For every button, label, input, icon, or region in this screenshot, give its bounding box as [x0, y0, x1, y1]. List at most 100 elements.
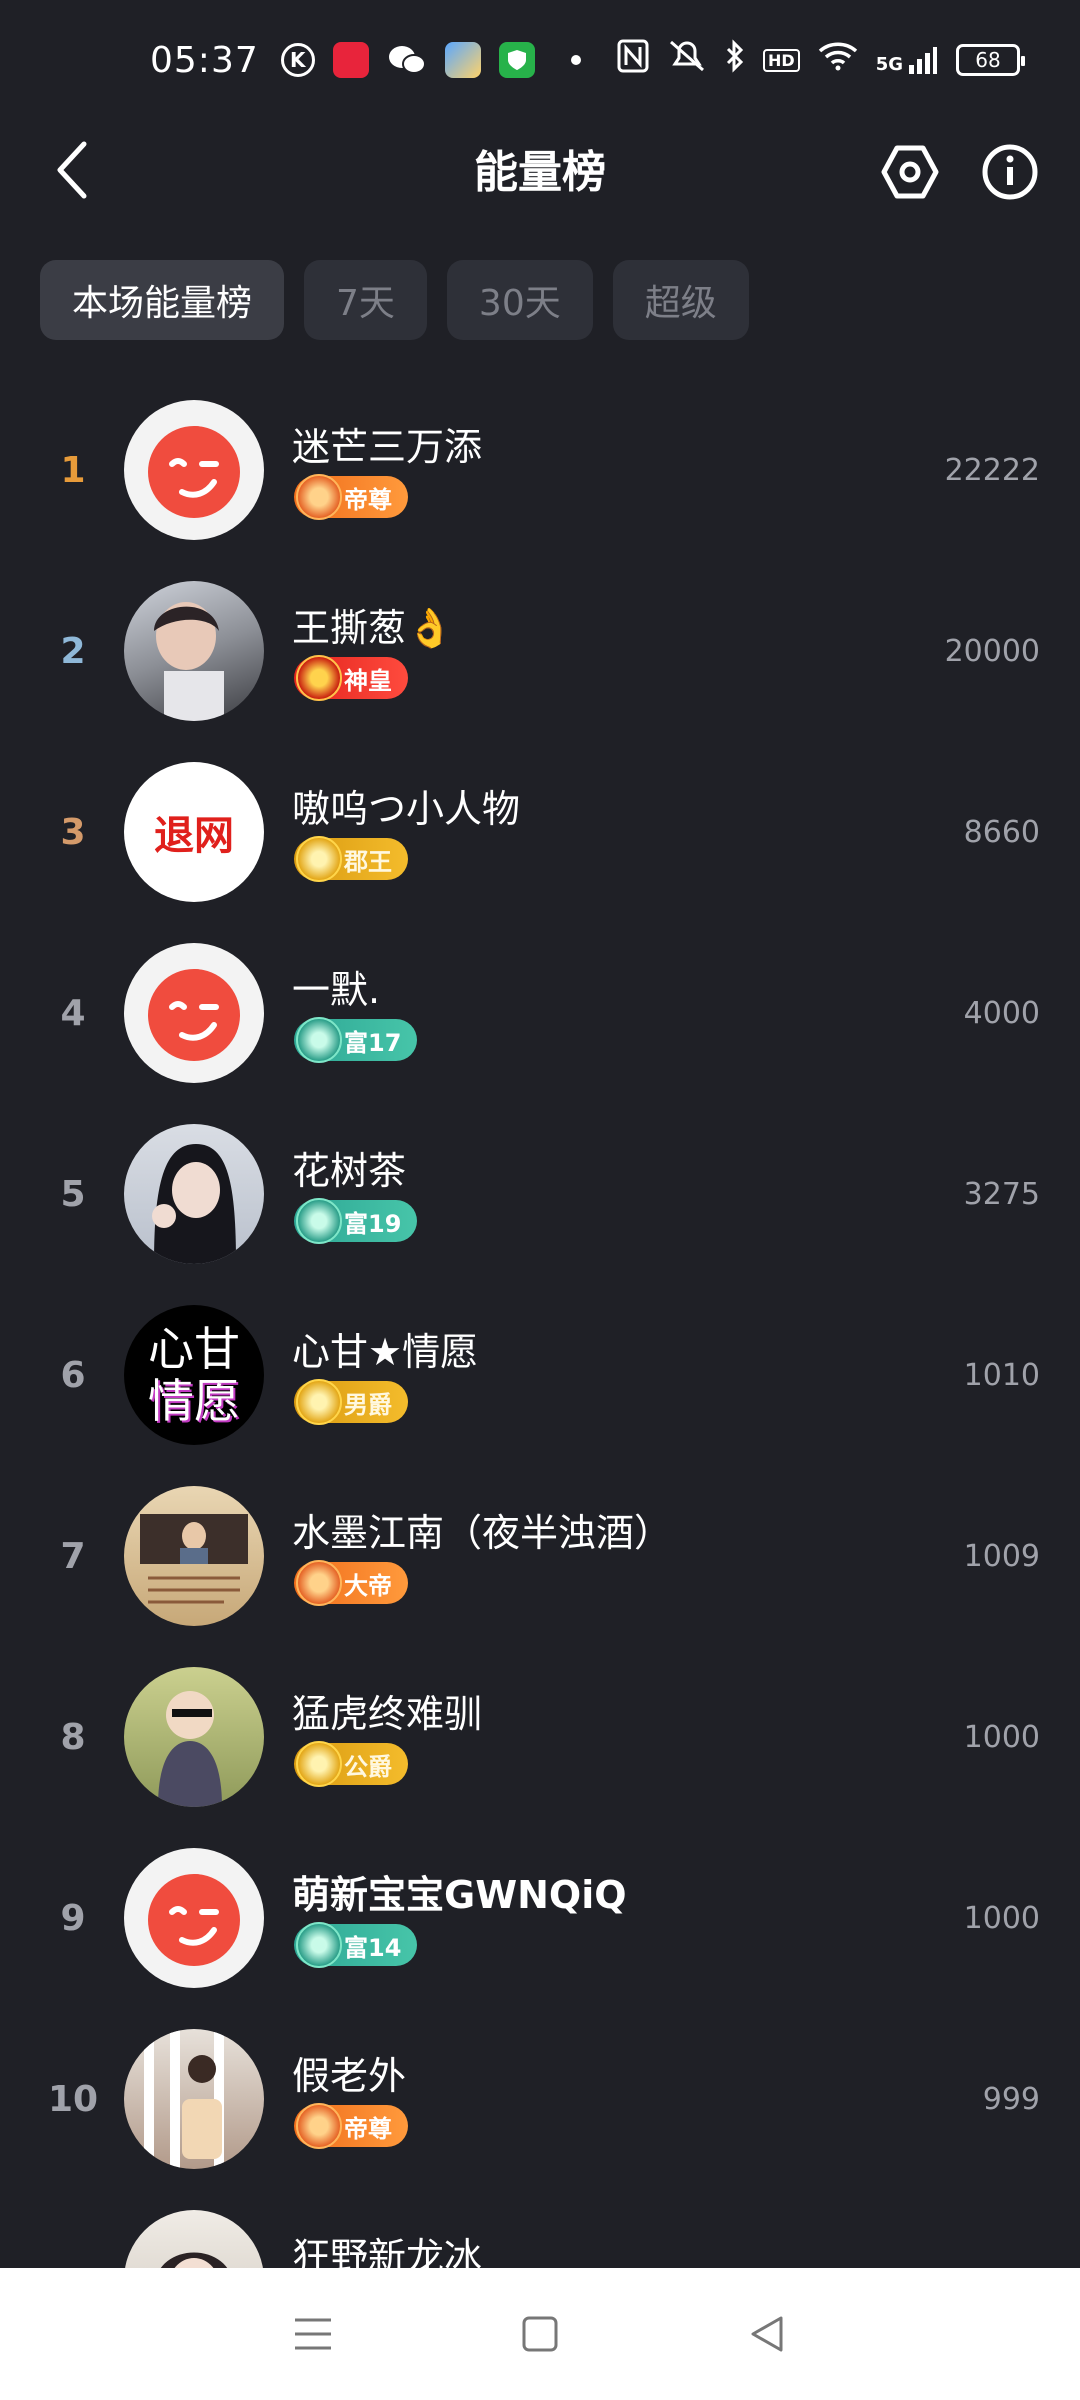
rank-number: 10 [47, 2079, 99, 2120]
user-photo-icon [152, 1144, 236, 1264]
energy-score: 22222 [944, 453, 1040, 488]
user-photo-icon [158, 1691, 222, 1807]
shield-app-icon [498, 42, 535, 78]
ranking-row[interactable]: 6 心甘 情愿 心甘★情愿 男爵 1010 [0, 1285, 1080, 1466]
menu-button[interactable] [278, 2299, 348, 2369]
user-name: 心甘★情愿 [292, 1330, 479, 1374]
ranking-row[interactable]: 4 一默. 富17 4000 [0, 923, 1080, 1104]
avatar[interactable] [124, 1486, 264, 1626]
badge-label: 富19 [344, 1209, 402, 1238]
tab-current-session[interactable]: 本场能量榜 [40, 260, 285, 340]
crown-badge-icon [296, 655, 342, 701]
avatar-text: 退网 [154, 813, 234, 859]
tab-super[interactable]: 超级 [612, 260, 749, 340]
poster-avatar-icon [140, 1514, 248, 1604]
level-badge: 富17 [294, 1017, 418, 1063]
ranking-row[interactable]: 2 王撕葱👌 神皇 20000 [0, 561, 1080, 742]
home-button[interactable] [505, 2299, 575, 2369]
avatar[interactable] [124, 2029, 264, 2169]
status-right-group: HD 5G 68 [617, 0, 1025, 120]
badge-label: 帝尊 [344, 485, 392, 514]
header: 能量榜 [0, 120, 1080, 220]
badge-label: 富14 [344, 1933, 402, 1962]
avatar-text-bottom: 情愿 [148, 1374, 240, 1428]
red-app-icon [332, 42, 369, 78]
avatar[interactable] [124, 1848, 264, 1988]
default-avatar-icon [148, 1874, 240, 1966]
badge-label: 公爵 [344, 1752, 392, 1781]
back-nav-button[interactable] [732, 2299, 802, 2369]
system-navigation-bar [0, 2268, 1080, 2400]
settings-button[interactable] [880, 142, 940, 202]
user-name: 花树茶 [292, 1149, 407, 1193]
rank-number: 2 [60, 631, 86, 672]
rank-number: 1 [60, 450, 86, 491]
notification-dot-icon [570, 55, 581, 65]
rank-number: 5 [60, 1174, 86, 1215]
battery-indicator: 68 [956, 44, 1025, 76]
ranking-row[interactable]: 3 退网 嗷呜つ小人物 郡王 8660 [0, 742, 1080, 923]
energy-score: 8660 [963, 815, 1040, 850]
avatar[interactable] [124, 1667, 264, 1807]
crown-badge-icon [296, 474, 342, 520]
status-bar: 05:37 K HD 5G 68 [0, 0, 1080, 120]
energy-score: 999 [982, 2082, 1040, 2117]
square-home-icon [522, 2316, 558, 2352]
energy-score: 20000 [944, 634, 1040, 669]
ranking-row[interactable]: 7 水墨江南（夜半浊酒） 大帝 1009 [0, 1466, 1080, 1647]
user-photo-icon [154, 602, 224, 721]
level-badge: 男爵 [294, 1379, 408, 1425]
avatar[interactable]: 退网 [124, 762, 264, 902]
hexagon-settings-icon [881, 145, 939, 199]
rank-number: 6 [60, 1355, 86, 1396]
network-type-label: 5G [875, 54, 903, 75]
ranking-row[interactable]: 1 迷芒三万添 帝尊 22222 [0, 380, 1080, 561]
user-name: 水墨江南（夜半浊酒） [292, 1511, 673, 1555]
k-app-icon: K [280, 43, 315, 77]
badge-label: 富17 [344, 1028, 402, 1057]
ranking-row[interactable]: 10 假老外 帝尊 999 [0, 2009, 1080, 2190]
avatar-text-top: 心甘 [148, 1322, 240, 1376]
level-badge: 帝尊 [294, 474, 408, 520]
energy-score: 1000 [963, 1901, 1040, 1936]
user-name: 嗷呜つ小人物 [292, 787, 521, 831]
diamond-badge-icon [296, 1379, 342, 1425]
weather-app-icon [444, 42, 481, 78]
info-icon [982, 144, 1038, 200]
triangle-badge-icon [296, 1198, 342, 1244]
user-name: 一默. [292, 968, 381, 1012]
level-badge: 富19 [294, 1198, 418, 1244]
avatar[interactable] [124, 400, 264, 540]
badge-label: 帝尊 [344, 2114, 392, 2143]
badge-label: 大帝 [344, 1571, 392, 1600]
wifi-icon [818, 40, 858, 81]
rank-number: 3 [60, 812, 86, 853]
user-photo-icon [144, 2029, 224, 2169]
tab-7-days[interactable]: 7天 [304, 260, 427, 340]
level-badge: 大帝 [294, 1560, 408, 1606]
avatar[interactable] [124, 943, 264, 1083]
info-button[interactable] [980, 142, 1040, 202]
rank-number: 9 [60, 1898, 86, 1939]
energy-score: 1010 [963, 1358, 1040, 1393]
badge-label: 郡王 [344, 847, 392, 876]
default-avatar-icon [148, 426, 240, 518]
level-badge: 富14 [294, 1922, 418, 1968]
avatar[interactable] [124, 1124, 264, 1264]
badge-label: 男爵 [344, 1390, 392, 1419]
energy-score: 1000 [963, 1720, 1040, 1755]
user-name: 猛虎终难驯 [292, 1692, 483, 1736]
user-name: 假老外 [292, 2054, 407, 2098]
ranking-row[interactable]: 8 猛虎终难驯 公爵 1000 [0, 1647, 1080, 1828]
diamond-badge-icon [296, 1741, 342, 1787]
rank-number: 7 [60, 1536, 86, 1577]
ranking-row[interactable]: 9 萌新宝宝GWNQiQ 富14 1000 [0, 1828, 1080, 2009]
hd-icon: HD [763, 48, 800, 72]
level-badge: 神皇 [294, 655, 408, 701]
avatar[interactable] [124, 581, 264, 721]
avatar[interactable]: 心甘 情愿 [124, 1305, 264, 1445]
badge-label: 神皇 [344, 666, 392, 695]
ranking-row[interactable]: 5 花树茶 富19 3275 [0, 1104, 1080, 1285]
tab-30-days[interactable]: 30天 [446, 260, 593, 340]
user-name: 迷芒三万添 [292, 425, 483, 469]
